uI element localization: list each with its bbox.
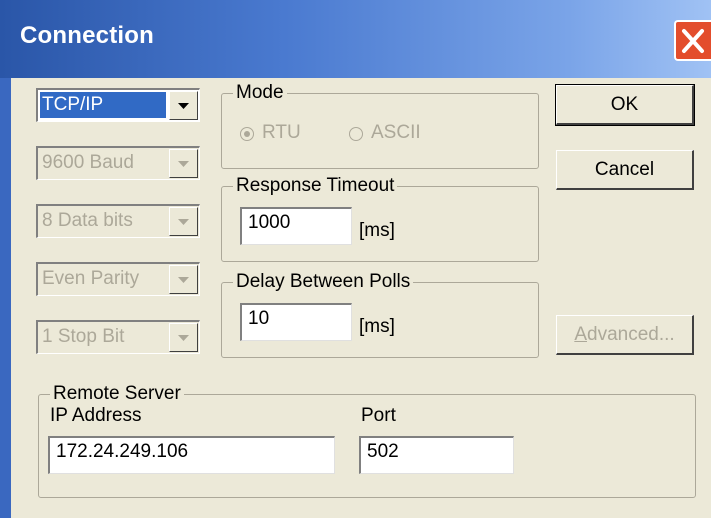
- delay-between-polls-legend: Delay Between Polls: [233, 271, 414, 293]
- stop-bits-select[interactable]: 1 Stop Bit: [36, 320, 200, 354]
- connection-dialog: Connection TCP/IP 9600 Baud 8 Data bits: [0, 0, 711, 518]
- delay-between-polls-input[interactable]: 10: [240, 303, 352, 341]
- data-bits-dropdown-button[interactable]: [169, 207, 198, 236]
- port-label: Port: [361, 405, 396, 426]
- stop-bits-dropdown-button[interactable]: [169, 323, 198, 352]
- chevron-down-icon: [178, 219, 189, 225]
- ascii-radio[interactable]: [349, 127, 363, 141]
- parity-select[interactable]: Even Parity: [36, 262, 200, 296]
- data-bits-value: 8 Data bits: [42, 210, 133, 231]
- response-timeout-input[interactable]: 1000: [240, 207, 352, 245]
- chevron-down-icon: [178, 161, 189, 167]
- mode-legend: Mode: [233, 82, 287, 104]
- advanced-button[interactable]: Advanced...: [556, 315, 694, 355]
- response-timeout-unit: [ms]: [359, 220, 395, 241]
- advanced-accelerator: A: [574, 324, 587, 345]
- chevron-down-icon: [178, 103, 189, 109]
- title-bar[interactable]: Connection: [0, 0, 711, 78]
- protocol-select[interactable]: TCP/IP: [36, 88, 200, 122]
- delay-between-polls-group: Delay Between Polls 10 [ms]: [221, 271, 539, 358]
- close-button[interactable]: [674, 20, 711, 61]
- ok-button[interactable]: OK: [555, 84, 695, 126]
- response-timeout-legend: Response Timeout: [233, 175, 398, 197]
- ascii-label: ASCII: [371, 122, 421, 143]
- cancel-button[interactable]: Cancel: [556, 150, 694, 190]
- protocol-value: TCP/IP: [40, 92, 166, 118]
- protocol-dropdown-button[interactable]: [169, 91, 198, 120]
- rtu-label: RTU: [262, 122, 301, 143]
- baud-select[interactable]: 9600 Baud: [36, 146, 200, 180]
- close-x-icon: [682, 29, 704, 53]
- rtu-radio[interactable]: [240, 127, 254, 141]
- chevron-down-icon: [178, 335, 189, 341]
- port-input[interactable]: 502: [359, 436, 514, 474]
- dialog-client-area: TCP/IP 9600 Baud 8 Data bits Even Parity…: [11, 78, 711, 518]
- response-timeout-group: Response Timeout 1000 [ms]: [221, 175, 539, 262]
- advanced-label-rest: dvanced...: [587, 324, 675, 345]
- dialog-title: Connection: [20, 22, 154, 49]
- baud-value: 9600 Baud: [42, 152, 134, 173]
- baud-dropdown-button[interactable]: [169, 149, 198, 178]
- delay-between-polls-unit: [ms]: [359, 316, 395, 337]
- stop-bits-value: 1 Stop Bit: [42, 326, 125, 347]
- mode-group: Mode RTU ASCII: [221, 82, 539, 169]
- data-bits-select[interactable]: 8 Data bits: [36, 204, 200, 238]
- remote-server-legend: Remote Server: [50, 383, 184, 405]
- parity-value: Even Parity: [42, 268, 140, 289]
- ip-address-label: IP Address: [50, 405, 142, 426]
- remote-server-group: Remote Server IP Address 172.24.249.106 …: [38, 383, 696, 498]
- chevron-down-icon: [178, 277, 189, 283]
- window-frame-left: [0, 78, 11, 518]
- ip-address-input[interactable]: 172.24.249.106: [48, 436, 335, 474]
- parity-dropdown-button[interactable]: [169, 265, 198, 294]
